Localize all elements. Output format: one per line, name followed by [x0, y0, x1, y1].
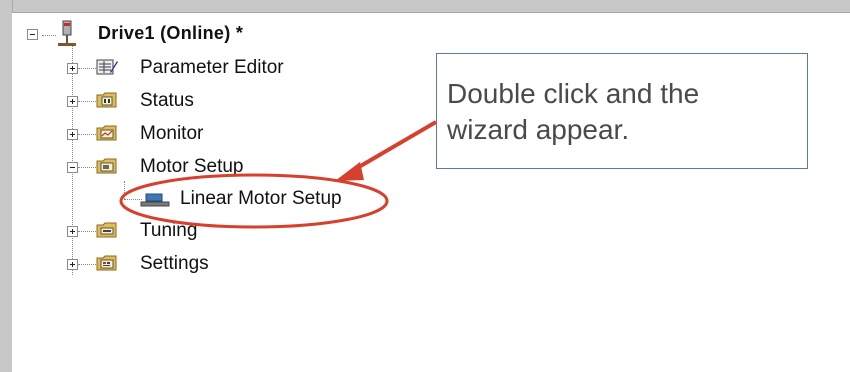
drive-root-label[interactable]: Drive1 (Online) *: [98, 22, 243, 44]
collapse-motor-setup-toggle[interactable]: [67, 162, 78, 173]
callout-box: Double click and the wizard appear.: [436, 53, 808, 169]
expand-monitor-toggle[interactable]: [67, 129, 78, 140]
callout-line-2: wizard appear.: [447, 114, 630, 145]
monitor-folder-icon: [96, 125, 117, 141]
tree-item-label[interactable]: Tuning: [140, 220, 197, 242]
tree-connector: [72, 43, 73, 275]
drive-icon: [58, 20, 76, 46]
linear-motor-icon: [140, 193, 170, 207]
collapse-root-toggle[interactable]: [27, 29, 38, 40]
settings-folder-icon: [96, 255, 117, 271]
callout-line-1: Double click and the: [447, 78, 700, 109]
expand-status-toggle[interactable]: [67, 96, 78, 107]
tree-item-label[interactable]: Settings: [140, 253, 209, 275]
tree-connector: [124, 181, 125, 199]
tuning-folder-icon: [96, 222, 117, 238]
expand-settings-toggle[interactable]: [67, 259, 78, 270]
motor-setup-folder-icon: [96, 158, 117, 174]
parameter-editor-icon: [96, 59, 118, 75]
expand-parameter-editor-toggle[interactable]: [67, 63, 78, 74]
tree-item-label[interactable]: Linear Motor Setup: [180, 188, 342, 210]
tree-item-label[interactable]: Status: [140, 90, 194, 112]
tree-item-label[interactable]: Parameter Editor: [140, 57, 284, 79]
window-top-border: [0, 0, 850, 13]
callout-text: Double click and the wizard appear.: [447, 76, 787, 148]
expand-tuning-toggle[interactable]: [67, 226, 78, 237]
tree-item-label[interactable]: Motor Setup: [140, 156, 244, 178]
status-folder-icon: [96, 92, 117, 108]
tree-item-label[interactable]: Monitor: [140, 123, 203, 145]
